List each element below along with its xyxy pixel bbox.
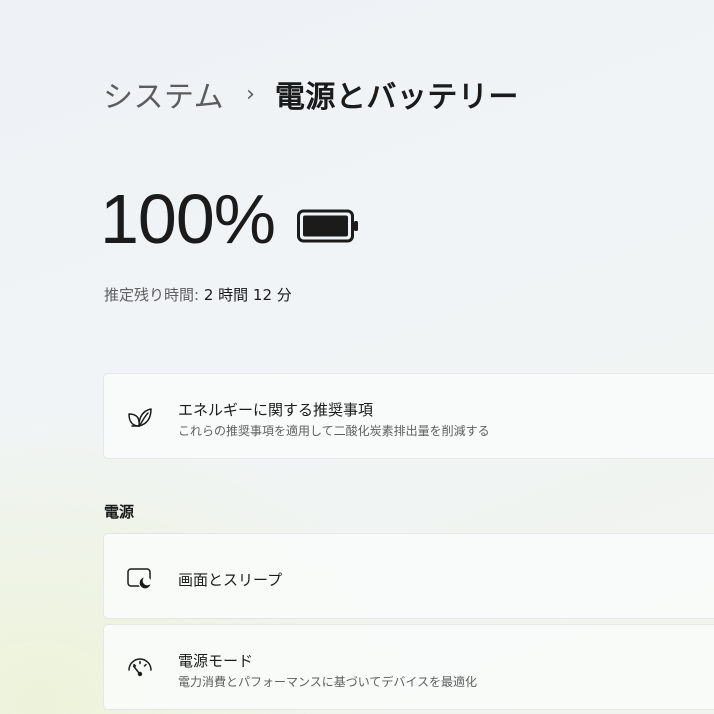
leaf-icon [128, 408, 152, 427]
energy-recommendations-card[interactable]: エネルギーに関する推奨事項 これらの推奨事項を適用して二酸化炭素排出量を削減する [103, 373, 714, 459]
power-section-heading: 電源 [104, 503, 135, 521]
power-mode-gauge-icon [128, 658, 152, 677]
battery-estimate: 推定残り時間: 2 時間 12 分 [104, 284, 292, 305]
screen-and-sleep-title: 画面とスリープ [178, 571, 283, 589]
battery-estimate-value: 2 時間 12 分 [203, 286, 292, 304]
breadcrumb: システム › 電源とバッテリー [103, 72, 519, 116]
page-title: 電源とバッテリー [274, 80, 519, 115]
power-mode-subtitle: 電力消費とパフォーマンスに基づいてデバイスを最適化 [178, 675, 478, 689]
breadcrumb-separator: › [246, 81, 255, 107]
power-mode-title: 電源モード [178, 652, 254, 670]
screen-and-sleep-card[interactable]: 画面とスリープ [103, 533, 714, 619]
battery-fill [303, 215, 348, 237]
screen-sleep-icon [127, 568, 152, 590]
energy-recommendations-subtitle: これらの推奨事項を適用して二酸化炭素排出量を削減する [178, 424, 490, 438]
energy-recommendations-title: エネルギーに関する推奨事項 [178, 401, 374, 419]
battery-full-icon [297, 209, 358, 243]
power-mode-card[interactable]: 電源モード 電力消費とパフォーマンスに基づいてデバイスを最適化 [103, 624, 714, 710]
breadcrumb-parent-system[interactable]: システム [103, 72, 224, 116]
battery-estimate-label: 推定残り時間: [104, 286, 200, 304]
battery-percentage: 100% [100, 180, 276, 258]
